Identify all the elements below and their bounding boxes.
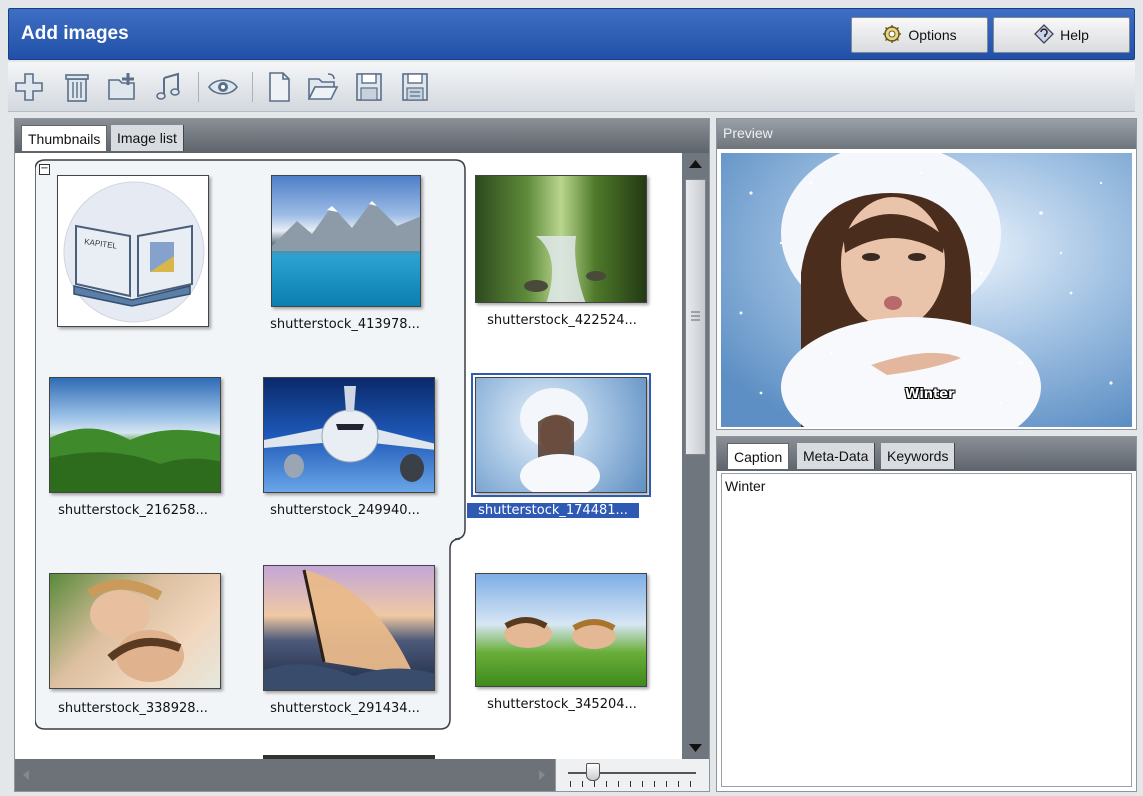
vertical-scrollbar[interactable]: [682, 153, 709, 759]
help-diamond-icon: [1034, 23, 1055, 47]
tab-thumbnails[interactable]: Thumbnails: [21, 125, 108, 151]
tab-image-list[interactable]: Image list: [111, 125, 184, 151]
preview-caption-overlay: Winter: [905, 387, 955, 402]
thumbnail-label: shutterstock_338928...: [58, 701, 208, 716]
music-icon[interactable]: [152, 70, 186, 104]
add-folder-icon[interactable]: [106, 70, 140, 104]
open-folder-icon[interactable]: [306, 70, 340, 104]
toolbar: [8, 62, 1135, 112]
couple-image: [49, 573, 221, 689]
sailboat-image: [263, 565, 435, 691]
toolbar-separator: [252, 72, 253, 102]
caption-text-field[interactable]: Winter: [721, 473, 1132, 787]
grass-image: [475, 573, 647, 687]
options-button[interactable]: Options: [851, 17, 988, 53]
preview-eye-icon[interactable]: [206, 70, 240, 104]
zoom-ticks: [570, 781, 694, 787]
tab-meta-data[interactable]: Meta-Data: [797, 443, 876, 469]
window-title: Add images: [21, 23, 129, 44]
book-icon: KAPITEL: [57, 175, 209, 327]
options-label: Options: [908, 27, 957, 43]
save-icon[interactable]: [352, 70, 386, 104]
scroll-down-arrow-icon[interactable]: [686, 739, 705, 757]
view-tabs: Thumbnails Image list: [15, 119, 709, 153]
hills-image: [49, 377, 221, 493]
info-tabs: Caption Meta-Data Keywords: [717, 437, 1136, 471]
scroll-up-arrow-icon[interactable]: [686, 155, 705, 173]
thumbnail-label: shutterstock_291434...: [270, 701, 420, 716]
thumbnail-label-selected: shutterstock_174481...: [466, 502, 640, 519]
help-label: Help: [1060, 27, 1089, 43]
thumbnail-label: shutterstock_249940...: [270, 503, 420, 518]
tab-caption[interactable]: Caption: [727, 443, 790, 469]
options-gear-icon: [882, 24, 902, 47]
preview-heading: Preview: [717, 119, 1136, 149]
scroll-left-arrow-icon[interactable]: [19, 768, 33, 782]
thumbnail-label: shutterstock_216258...: [58, 503, 208, 518]
lake-image: [271, 175, 421, 307]
thumbnail-label: shutterstock_413978...: [270, 317, 420, 332]
collapse-group-button[interactable]: −: [39, 164, 50, 175]
scrollbar-thumb[interactable]: [685, 179, 706, 455]
preview-panel: Preview Winter: [716, 118, 1137, 430]
add-icon[interactable]: [12, 70, 46, 104]
airplane-image: [263, 377, 435, 493]
winter-image: [471, 373, 651, 497]
preview-image: Winter: [721, 153, 1132, 427]
title-bar: Add images Options Help: [8, 8, 1135, 60]
help-button[interactable]: Help: [993, 17, 1130, 53]
thumbnail-grid: − KAPITEL shutterstock_413978... shutter…: [15, 153, 682, 759]
thumbnail-label: shutterstock_345204...: [487, 697, 637, 712]
zoom-slider[interactable]: [555, 759, 709, 791]
add-images-window: Add images Options Help Thumbnails Image…: [0, 0, 1143, 796]
horizontal-scrollbar[interactable]: [15, 759, 555, 791]
delete-icon[interactable]: [60, 70, 94, 104]
tab-keywords[interactable]: Keywords: [881, 443, 956, 469]
toolbar-separator: [198, 72, 199, 102]
zoom-slider-handle[interactable]: [586, 763, 600, 781]
caption-panel: Caption Meta-Data Keywords Winter: [716, 436, 1137, 792]
new-document-icon[interactable]: [262, 70, 296, 104]
thumbnail-label: shutterstock_422524...: [487, 313, 637, 328]
thumbnails-panel: Thumbnails Image list − KAPITEL shutters…: [14, 118, 710, 792]
scroll-right-arrow-icon[interactable]: [535, 768, 549, 782]
forest-image: [475, 175, 647, 303]
save-as-icon[interactable]: [398, 70, 432, 104]
